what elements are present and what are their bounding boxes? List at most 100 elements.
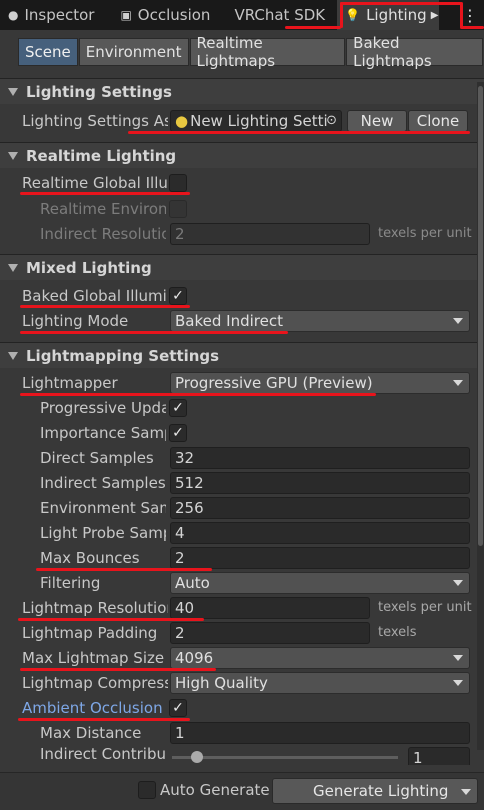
- realtime-gi-checkbox[interactable]: [169, 173, 187, 192]
- scrollbar-thumb[interactable]: [478, 86, 483, 546]
- lightmap-compression-label: Lightmap Compress: [22, 673, 168, 692]
- lighting-asset-icon: ●: [175, 111, 189, 130]
- section-realtime-lighting[interactable]: Realtime Lighting: [0, 142, 484, 168]
- subtab-realtime-lightmaps[interactable]: Realtime Lightmaps: [189, 34, 346, 70]
- section-title: Lighting Settings: [26, 82, 172, 101]
- tab-label: Lighting: [366, 6, 427, 24]
- ambient-occlusion-checkbox[interactable]: ✓: [169, 698, 187, 717]
- environment-samples-field[interactable]: 256: [170, 496, 470, 519]
- lightmapper-label: Lightmapper: [22, 373, 118, 392]
- chevron-down-icon: [453, 679, 463, 686]
- annotation-underline: [460, 26, 484, 29]
- light-probe-samples-field[interactable]: 4: [170, 521, 470, 544]
- direct-samples-field[interactable]: 32: [170, 446, 470, 469]
- generate-lighting-button[interactable]: Generate Lighting: [272, 778, 478, 804]
- lightmap-resolution-label: Lightmap Resolution: [22, 598, 168, 617]
- lightmap-compression-row: Lightmap Compress High Quality: [0, 670, 484, 695]
- indirect-contribution-label: Indirect Contribut: [40, 745, 166, 763]
- section-mixed-lighting[interactable]: Mixed Lighting: [0, 254, 484, 280]
- lighting-settings-asset-label: Lighting Settings As: [22, 111, 168, 130]
- tab-inspector[interactable]: ● Inspector: [0, 0, 102, 30]
- auto-generate-checkbox[interactable]: [138, 781, 156, 799]
- clone-button[interactable]: Clone: [408, 109, 468, 132]
- section-lightmapping-settings[interactable]: Lightmapping Settings: [0, 342, 484, 368]
- footer-bar: Auto Generate Generate Lighting: [0, 772, 484, 810]
- generate-lighting-label: Generate Lighting: [313, 782, 449, 800]
- tab-label: Inspector: [24, 6, 95, 24]
- subtab-scene[interactable]: Scene: [18, 38, 78, 66]
- lightmap-padding-unit: texels: [378, 625, 417, 640]
- max-bounces-field[interactable]: 2: [170, 546, 470, 569]
- lightmap-padding-row: Lightmap Padding 2 texels: [0, 620, 484, 645]
- indirect-resolution-unit: texels per unit: [378, 226, 472, 241]
- lighting-mode-dropdown[interactable]: Baked Indirect: [170, 309, 470, 332]
- chevron-down-icon: [453, 317, 463, 324]
- annotation-underline: [285, 26, 341, 29]
- info-icon: ●: [8, 8, 19, 22]
- dropdown-value: 4096: [175, 648, 214, 667]
- new-button[interactable]: New: [347, 109, 407, 132]
- lightmapper-row: Lightmapper Progressive GPU (Preview): [0, 370, 484, 395]
- max-distance-row: Max Distance 1: [0, 720, 484, 745]
- lighting-mode-label: Lighting Mode: [22, 311, 129, 330]
- max-bounces-label: Max Bounces: [40, 548, 140, 567]
- lightmap-resolution-field[interactable]: 40: [170, 596, 370, 619]
- tab-scroll-right-icon[interactable]: ▶: [431, 10, 439, 21]
- chevron-down-icon[interactable]: [461, 789, 471, 795]
- ambient-occlusion-row: Ambient Occlusion ✓: [0, 695, 484, 720]
- direct-samples-row: Direct Samples 32: [0, 445, 484, 470]
- max-lightmap-size-dropdown[interactable]: 4096: [170, 646, 470, 669]
- subtab-environment[interactable]: Environment: [78, 38, 189, 66]
- asset-value: New Lighting Setti: [190, 111, 328, 130]
- lightmap-resolution-unit: texels per unit: [378, 600, 472, 615]
- indirect-resolution-label: Indirect Resolutio: [40, 224, 166, 243]
- tab-label: VRChat SDK: [234, 6, 326, 24]
- ambient-occlusion-label: Ambient Occlusion: [22, 698, 163, 717]
- direct-samples-label: Direct Samples: [40, 448, 154, 467]
- lighting-settings-asset-field[interactable]: ● New Lighting Setti ⊙: [170, 109, 342, 132]
- progressive-updates-label: Progressive Upda: [40, 398, 166, 417]
- lightmap-padding-field[interactable]: 2: [170, 621, 370, 644]
- foldout-arrow-icon: [8, 87, 18, 96]
- dropdown-value: Progressive GPU (Preview): [175, 373, 373, 392]
- tab-occlusion[interactable]: ▣ Occlusion: [112, 0, 218, 30]
- baked-gi-checkbox[interactable]: ✓: [169, 286, 187, 305]
- importance-sampling-checkbox[interactable]: ✓: [169, 423, 187, 442]
- section-title: Mixed Lighting: [26, 258, 152, 277]
- chevron-down-icon: [453, 654, 463, 661]
- indirect-contribution-slider-track[interactable]: [172, 756, 398, 759]
- annotation-underline: [340, 2, 462, 5]
- filtering-label: Filtering: [40, 573, 101, 592]
- object-picker-icon[interactable]: ⊙: [326, 113, 337, 128]
- indirect-samples-row: Indirect Samples 512: [0, 470, 484, 495]
- max-lightmap-size-row: Max Lightmap Size 4096: [0, 645, 484, 670]
- progressive-updates-row: Progressive Upda ✓: [0, 395, 484, 420]
- lightmap-padding-label: Lightmap Padding: [22, 623, 158, 642]
- tab-label: Occlusion: [137, 6, 211, 24]
- lightmap-resolution-row: Lightmap Resolution 40 texels per unit: [0, 595, 484, 620]
- max-bounces-row: Max Bounces 2: [0, 545, 484, 570]
- annotation-underline: [20, 331, 288, 334]
- section-lighting-settings[interactable]: Lighting Settings: [0, 78, 484, 104]
- lightmapper-dropdown[interactable]: Progressive GPU (Preview): [170, 371, 470, 394]
- max-distance-field[interactable]: 1: [170, 721, 470, 744]
- indirect-samples-field[interactable]: 512: [170, 471, 470, 494]
- indirect-contribution-slider-knob[interactable]: [191, 751, 203, 763]
- lighting-settings-asset-row: Lighting Settings As ● New Lighting Sett…: [0, 108, 484, 133]
- auto-generate-label: Auto Generate: [160, 781, 270, 799]
- environment-samples-label: Environment Sam: [40, 498, 166, 517]
- dropdown-value: High Quality: [175, 673, 268, 692]
- progressive-updates-checkbox[interactable]: ✓: [169, 398, 187, 417]
- indirect-contribution-row: Indirect Contribut 1: [0, 745, 484, 765]
- filtering-dropdown[interactable]: Auto: [170, 571, 470, 594]
- indirect-resolution-row: Indirect Resolutio 2 texels per unit: [0, 221, 484, 246]
- foldout-arrow-icon: [8, 263, 18, 272]
- lightmap-compression-dropdown[interactable]: High Quality: [170, 671, 470, 694]
- bulb-icon: 💡: [345, 8, 361, 22]
- dropdown-value: Auto: [175, 573, 210, 592]
- subtab-baked-lightmaps[interactable]: Baked Lightmaps: [346, 34, 483, 70]
- realtime-gi-label: Realtime Global Illum: [22, 173, 168, 192]
- importance-sampling-row: Importance Samp ✓: [0, 420, 484, 445]
- light-probe-samples-row: Light Probe Samp 4: [0, 520, 484, 545]
- indirect-contribution-field[interactable]: 1: [408, 747, 470, 765]
